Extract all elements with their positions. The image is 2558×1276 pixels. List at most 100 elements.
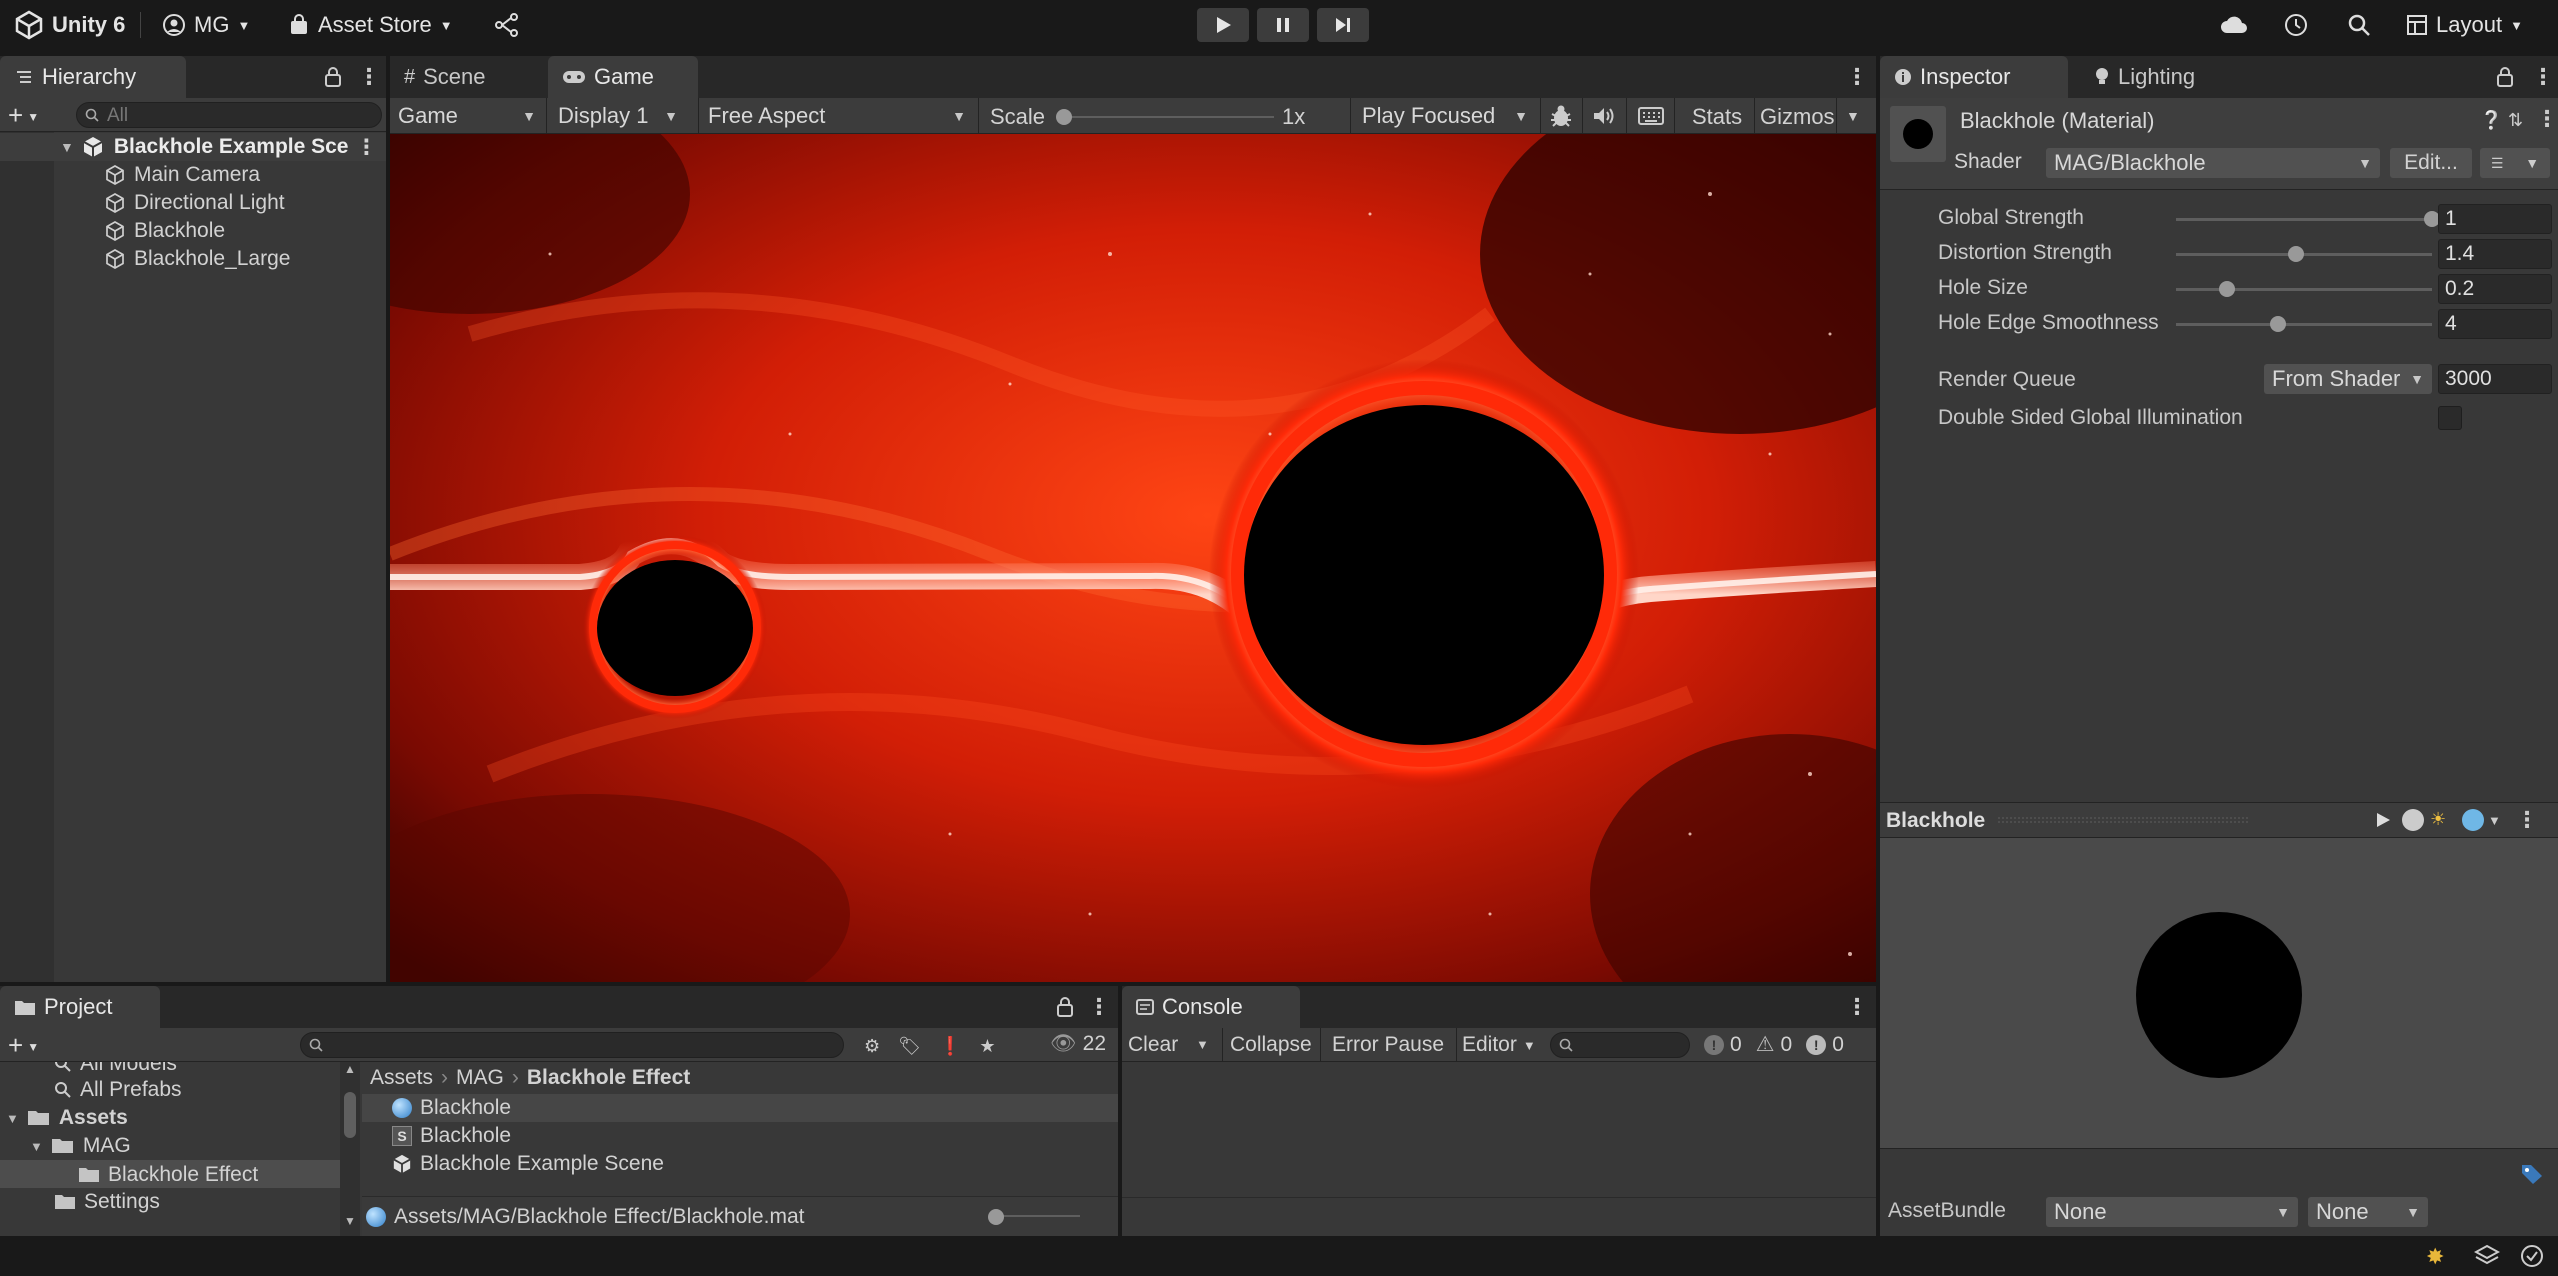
- error-toggle[interactable]: ! 0: [1806, 1033, 1844, 1057]
- file-item[interactable]: Blackhole: [362, 1094, 1118, 1122]
- layout-dropdown[interactable]: Layout ▼: [2406, 12, 2523, 38]
- clear-button[interactable]: Clear: [1128, 1033, 1178, 1057]
- scene-root-row[interactable]: ▼ Blackhole Example Sce ⋮: [0, 133, 386, 161]
- sphere-preview-icon[interactable]: [2402, 809, 2424, 831]
- scroll-down-icon[interactable]: ▼: [344, 1214, 356, 1228]
- property-value-field[interactable]: 4: [2438, 309, 2552, 339]
- bug-status-icon[interactable]: ✸: [2426, 1244, 2444, 1270]
- filter-warning-icon[interactable]: ❗: [939, 1036, 961, 1057]
- help-icon[interactable]: ❔: [2480, 110, 2502, 131]
- assetbundle-variant-dropdown[interactable]: None ▼: [2308, 1197, 2428, 1227]
- property-slider-knob[interactable]: [2270, 316, 2287, 332]
- unity-menu[interactable]: Unity 6: [14, 10, 125, 40]
- tree-folder-settings[interactable]: Settings: [54, 1190, 160, 1214]
- hidden-packages-toggle[interactable]: 👁 22: [1050, 1032, 1106, 1056]
- file-item[interactable]: S Blackhole: [362, 1122, 1118, 1150]
- icon-size-slider-knob[interactable]: [988, 1209, 1004, 1225]
- check-status-button[interactable]: [2520, 1244, 2544, 1268]
- preview-shape-icon[interactable]: [2462, 809, 2484, 831]
- property-slider[interactable]: [2176, 288, 2432, 291]
- favorite-item[interactable]: All Prefabs: [54, 1078, 182, 1102]
- gizmos-dropdown-arrow[interactable]: ▼: [1846, 108, 1860, 124]
- console-search-input[interactable]: [1550, 1032, 1690, 1058]
- scale-slider-knob[interactable]: [1056, 109, 1072, 125]
- add-icon[interactable]: + ▼: [8, 100, 39, 131]
- shader-options-dropdown[interactable]: ☰ ▼: [2480, 148, 2550, 178]
- property-slider[interactable]: [2176, 218, 2432, 221]
- file-item[interactable]: Blackhole Example Scene: [362, 1150, 1118, 1178]
- render-queue-dropdown[interactable]: From Shader ▼: [2264, 364, 2432, 394]
- filter-type-icon[interactable]: ⚙: [864, 1036, 880, 1057]
- double-sided-gi-checkbox[interactable]: [2438, 406, 2462, 430]
- kebab-menu-icon[interactable]: ⋮: [358, 64, 380, 90]
- tree-folder-assets[interactable]: ▼ Assets: [6, 1106, 128, 1130]
- step-button[interactable]: [1317, 8, 1369, 42]
- scroll-up-icon[interactable]: ▲: [344, 1062, 356, 1076]
- chevron-down-icon[interactable]: ▼: [2488, 813, 2501, 828]
- search-button[interactable]: [2346, 12, 2372, 38]
- tree-scrollbar[interactable]: ▲ ▼: [340, 1062, 360, 1236]
- hierarchy-item[interactable]: Blackhole_Large: [0, 245, 290, 273]
- error-pause-button[interactable]: Error Pause: [1332, 1033, 1444, 1057]
- lock-button[interactable]: [2496, 66, 2514, 88]
- preset-icon[interactable]: ⇅: [2508, 110, 2523, 131]
- tab-lighting[interactable]: Lighting: [2080, 56, 2240, 98]
- tab-scene[interactable]: # Scene: [390, 56, 540, 98]
- favorite-star-icon[interactable]: ★: [979, 1036, 995, 1057]
- console-log-area[interactable]: [1122, 1062, 1876, 1198]
- tab-game[interactable]: Game: [548, 56, 698, 98]
- warning-toggle[interactable]: ⚠ 0: [1756, 1032, 1793, 1057]
- hierarchy-item[interactable]: Main Camera: [0, 161, 260, 189]
- aspect-dropdown[interactable]: Free Aspect ▼: [700, 100, 974, 132]
- preview-play-button[interactable]: [2374, 811, 2392, 829]
- scrollbar-thumb[interactable]: [344, 1092, 356, 1138]
- scale-slider[interactable]: [1064, 116, 1274, 118]
- display-dropdown[interactable]: Display 1 ▼: [550, 100, 686, 132]
- collapse-button[interactable]: Collapse: [1230, 1033, 1312, 1057]
- layers-button[interactable]: [2474, 1244, 2500, 1268]
- asset-store-dropdown[interactable]: Asset Store ▼: [288, 12, 453, 38]
- game-viewport[interactable]: [390, 134, 1876, 982]
- play-button[interactable]: [1197, 8, 1249, 42]
- property-value-field[interactable]: 0.2: [2438, 274, 2552, 304]
- kebab-menu-icon[interactable]: ⋮: [2516, 807, 2538, 833]
- lock-button[interactable]: [324, 66, 342, 88]
- shader-dropdown[interactable]: MAG/Blackhole ▼: [2046, 148, 2380, 178]
- mute-audio-button[interactable]: [1592, 106, 1616, 126]
- play-mode-dropdown[interactable]: Play Focused ▼: [1354, 100, 1536, 132]
- kebab-menu-icon[interactable]: ⋮: [356, 135, 377, 160]
- hierarchy-search-input[interactable]: All: [76, 102, 382, 128]
- stats-button[interactable]: Stats: [1692, 104, 1742, 130]
- render-queue-field[interactable]: 3000: [2438, 364, 2552, 394]
- kebab-menu-icon[interactable]: ⋮: [2532, 64, 2554, 90]
- tab-project[interactable]: Project: [0, 986, 160, 1028]
- property-slider-knob[interactable]: [2288, 246, 2305, 262]
- history-button[interactable]: [2283, 12, 2309, 38]
- lock-button[interactable]: [1056, 996, 1074, 1018]
- clear-options-dropdown[interactable]: ▼: [1196, 1037, 1209, 1052]
- tree-folder-mag[interactable]: ▼ MAG: [30, 1134, 131, 1158]
- account-dropdown[interactable]: MG ▼: [162, 12, 250, 38]
- edit-shader-button[interactable]: Edit...: [2390, 148, 2472, 178]
- tag-icon[interactable]: [2520, 1163, 2544, 1185]
- log-toggle[interactable]: ! 0: [1704, 1033, 1742, 1057]
- kebab-menu-icon[interactable]: ⋮: [1846, 64, 1868, 90]
- project-search-input[interactable]: [300, 1032, 844, 1058]
- tab-hierarchy[interactable]: Hierarchy: [0, 56, 186, 98]
- bug-button[interactable]: [1548, 104, 1574, 128]
- breadcrumb-item[interactable]: Blackhole Effect: [527, 1066, 690, 1090]
- gizmos-button[interactable]: Gizmos: [1760, 104, 1835, 130]
- property-slider[interactable]: [2176, 323, 2432, 326]
- cloud-button[interactable]: [2220, 14, 2248, 36]
- drag-handle[interactable]: [1998, 817, 2248, 823]
- property-value-field[interactable]: 1: [2438, 204, 2552, 234]
- material-preview[interactable]: [1880, 838, 2558, 1148]
- filter-label-icon[interactable]: 🏷: [898, 1036, 921, 1057]
- breadcrumb-item[interactable]: MAG: [456, 1066, 504, 1090]
- kebab-menu-icon[interactable]: ⋮: [1088, 994, 1110, 1020]
- editor-dropdown[interactable]: Editor ▼: [1462, 1033, 1536, 1057]
- icon-size-slider[interactable]: [994, 1215, 1080, 1217]
- favorite-item[interactable]: All Models: [54, 1062, 177, 1076]
- view-dropdown[interactable]: Game ▼: [390, 100, 544, 132]
- tree-folder-selected[interactable]: Blackhole Effect: [0, 1160, 340, 1188]
